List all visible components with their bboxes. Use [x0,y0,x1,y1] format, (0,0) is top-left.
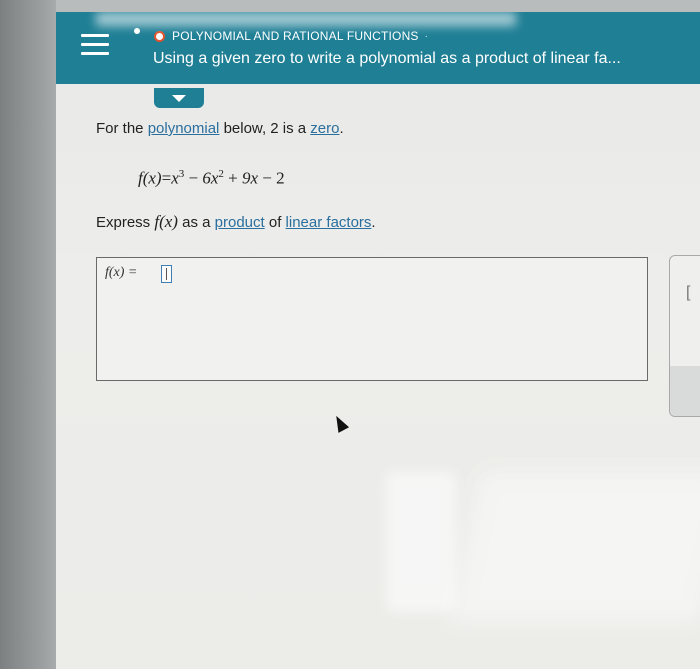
screen-glare [386,472,456,612]
answer-label: f(x) = [105,265,138,280]
mouse-cursor-icon [330,413,350,433]
progress-status-icon [154,30,165,42]
screen-glare [450,472,700,622]
bracket-icon: [ [686,284,691,301]
product-link[interactable]: product [215,214,265,231]
side-panel-lower[interactable] [670,366,700,416]
topic-label: POLYNOMIAL AND RATIONAL FUNCTIONS [172,29,419,43]
topic-row: POLYNOMIAL AND RATIONAL FUNCTIONS · [154,28,428,44]
zero-link[interactable]: zero [310,120,339,137]
instruction-text: Express f(x) as a product of linear fact… [96,212,376,231]
answer-input[interactable] [161,265,172,283]
screen: POLYNOMIAL AND RATIONAL FUNCTIONS · Usin… [56,12,700,669]
hamburger-menu-button[interactable] [81,34,109,62]
indicator-dot [134,28,140,34]
polynomial-equation: f(x)=x3 − 6x2 + 9x − 2 [138,168,285,188]
polynomial-link[interactable]: polynomial [148,120,220,137]
topic-dot-icon: · [424,30,428,42]
device-bezel-left [0,0,56,669]
question-text: For the polynomial below, 2 is a zero. [96,120,344,137]
linear-factors-link[interactable]: linear factors [286,214,372,231]
chevron-down-icon [172,95,186,102]
side-tools-panel[interactable]: [ [669,255,700,417]
expand-header-button[interactable] [154,88,204,108]
device-bezel-top [0,0,700,12]
screen-glare [96,12,516,26]
answer-box[interactable]: f(x) = [96,257,648,381]
page-title: Using a given zero to write a polynomial… [153,50,621,67]
